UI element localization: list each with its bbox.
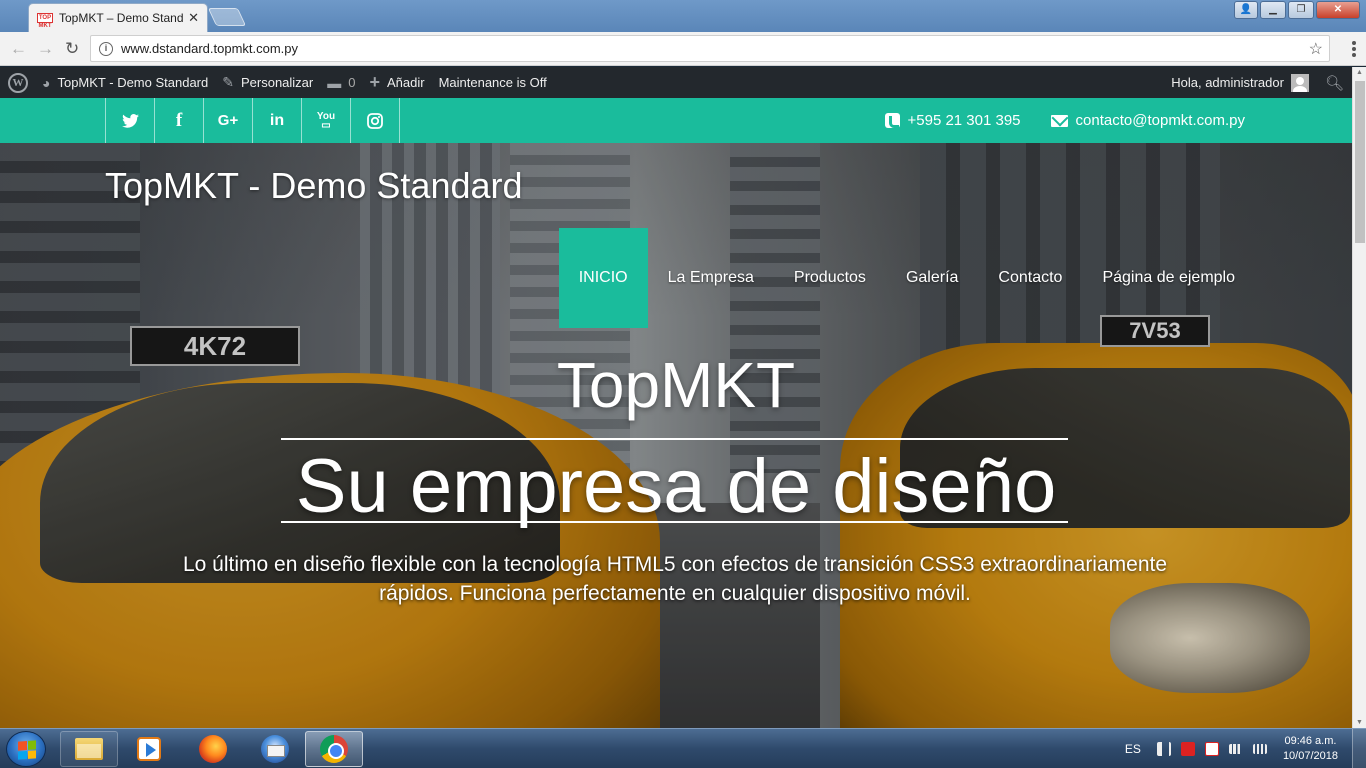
admin-account: Hola, administrador 🔍︎ [1171, 67, 1344, 98]
plus-icon: + [369, 72, 380, 92]
reload-icon[interactable]: ↻ [65, 39, 79, 59]
comment-icon: ▬ [327, 74, 342, 91]
window-titlebar: TOP MKT TopMKT – Demo Standar ✕ 👤 ▁ ❐ ✕ [0, 0, 1366, 32]
tab-close-icon[interactable]: ✕ [188, 10, 199, 26]
linkedin-icon[interactable]: in [253, 98, 302, 143]
add-new-label: Añadir [387, 75, 425, 90]
chrome-button[interactable] [305, 731, 363, 767]
customize-label: Personalizar [240, 75, 314, 90]
forward-icon[interactable]: → [37, 39, 54, 59]
url-bar[interactable]: i www.dstandard.topmkt.com.py ☆ [90, 35, 1330, 62]
clock[interactable]: 09:46 a.m. 10/07/2018 [1283, 734, 1338, 764]
maintenance-label: Maintenance is Off [438, 75, 547, 90]
facebook-icon[interactable]: f [155, 98, 204, 143]
dashboard-icon: ◕ [42, 74, 51, 91]
favicon-icon: TOP MKT [37, 13, 53, 29]
wordpress-logo-icon[interactable]: W [8, 72, 28, 93]
contact-info: +595 21 301 395 contacto@topmkt.com.py [855, 98, 1245, 143]
social-links: f G+ in You ▭ [105, 98, 400, 143]
tab-title: TopMKT – Demo Standar [59, 11, 185, 25]
scroll-up-icon[interactable]: ▲ [1356, 69, 1363, 76]
device-icon[interactable] [1228, 744, 1243, 754]
browser-tab-active[interactable]: TOP MKT TopMKT – Demo Standar ✕ [28, 3, 208, 32]
comments-link[interactable]: ▬ 0 [327, 75, 355, 91]
show-desktop-button[interactable] [1352, 729, 1366, 768]
address-toolbar: ← → ↻ i www.dstandard.topmkt.com.py ☆ [0, 32, 1366, 66]
windows-logo-icon [18, 740, 36, 760]
email-contact[interactable]: contacto@topmkt.com.py [1050, 112, 1245, 129]
comments-count: 0 [348, 75, 356, 90]
phone-contact[interactable]: +595 21 301 395 [884, 112, 1021, 129]
search-icon[interactable]: 🔍︎ [1325, 74, 1344, 92]
top-contact-bar: f G+ in You ▭ +595 21 301 395 contacto@to… [0, 98, 1352, 143]
file-explorer-button[interactable] [60, 731, 118, 767]
site-info-icon[interactable]: i [99, 41, 113, 56]
language-indicator[interactable]: ES [1125, 742, 1141, 756]
add-new-link[interactable]: + Añadir [369, 72, 424, 93]
nav-item-la-empresa[interactable]: La Empresa [648, 228, 774, 328]
site-brand[interactable]: TopMKT - Demo Standard [105, 165, 523, 207]
nav-item-galeria[interactable]: Galería [886, 228, 978, 328]
maximize-button[interactable]: ❐ [1288, 1, 1314, 19]
browser-menu-icon[interactable] [1352, 41, 1356, 59]
user-greeting[interactable]: Hola, administrador [1171, 75, 1284, 90]
bookmark-star-icon[interactable]: ☆ [1309, 39, 1323, 59]
hero-section: 4K72 7V53 TopMKT - Demo Standard INICIO … [0, 143, 1352, 728]
admin-site-name[interactable]: ◕ TopMKT - Demo Standard [42, 75, 208, 91]
google-plus-icon[interactable]: G+ [204, 98, 253, 143]
scroll-down-icon[interactable]: ▼ [1356, 719, 1363, 726]
wp-admin-bar: W ◕ TopMKT - Demo Standard ✎ Personaliza… [0, 67, 1352, 98]
windows-taskbar: ES 09:46 a.m. 10/07/2018 [0, 728, 1366, 768]
hero-title: TopMKT [556, 349, 796, 421]
nav-item-pagina-ejemplo[interactable]: Página de ejemplo [1082, 228, 1255, 328]
chrome-icon [320, 735, 348, 763]
page-scrollbar[interactable]: ▲ ▼ [1352, 67, 1366, 728]
hero-description: Lo último en diseño flexible con la tecn… [182, 553, 1168, 605]
system-tray: ES 09:46 a.m. 10/07/2018 [1125, 729, 1366, 768]
envelope-icon [1050, 114, 1068, 127]
close-button[interactable]: ✕ [1316, 1, 1360, 19]
network-signal-icon[interactable] [1252, 744, 1267, 754]
scrollbar-thumb[interactable] [1355, 81, 1365, 243]
window-controls: 👤 ▁ ❐ ✕ [1234, 1, 1360, 19]
thunderbird-button[interactable] [246, 731, 304, 767]
firefox-icon [199, 735, 227, 763]
url-text[interactable]: www.dstandard.topmkt.com.py [121, 41, 1309, 56]
new-tab-button[interactable] [207, 8, 247, 26]
avatar[interactable] [1290, 73, 1309, 92]
clock-time: 09:46 a.m. [1284, 735, 1337, 747]
phone-icon [884, 113, 900, 128]
media-player-icon [137, 737, 161, 761]
action-center-icon[interactable] [1204, 742, 1219, 756]
site-name-label: TopMKT - Demo Standard [57, 75, 209, 90]
start-button[interactable] [6, 731, 46, 767]
nav-item-contacto[interactable]: Contacto [978, 228, 1082, 328]
customize-link[interactable]: ✎ Personalizar [222, 74, 313, 91]
acrobat-icon[interactable] [1180, 742, 1195, 756]
email-address: contacto@topmkt.com.py [1075, 112, 1245, 129]
nav-item-productos[interactable]: Productos [774, 228, 886, 328]
maintenance-status[interactable]: Maintenance is Off [439, 75, 547, 90]
back-icon[interactable]: ← [10, 39, 27, 59]
minimize-button[interactable]: ▁ [1260, 1, 1286, 19]
brush-icon: ✎ [222, 74, 234, 90]
volume-icon[interactable] [1156, 742, 1171, 756]
hero-divider [281, 438, 1068, 440]
hero-subtitle: Su empresa de diseño [295, 444, 1057, 529]
instagram-icon[interactable] [351, 98, 400, 143]
twitter-icon[interactable] [106, 98, 155, 143]
phone-number: +595 21 301 395 [907, 112, 1021, 129]
main-nav: INICIO La Empresa Productos Galería Cont… [558, 228, 1255, 328]
clock-date: 10/07/2018 [1282, 750, 1338, 762]
folder-icon [75, 738, 103, 760]
thunderbird-icon [261, 735, 289, 763]
media-player-button[interactable] [120, 731, 178, 767]
firefox-button[interactable] [184, 731, 242, 767]
hero-divider [281, 521, 1068, 523]
youtube-icon[interactable]: You ▭ [302, 98, 351, 143]
nav-item-inicio[interactable]: INICIO [558, 228, 648, 328]
profile-icon[interactable]: 👤 [1234, 1, 1258, 19]
